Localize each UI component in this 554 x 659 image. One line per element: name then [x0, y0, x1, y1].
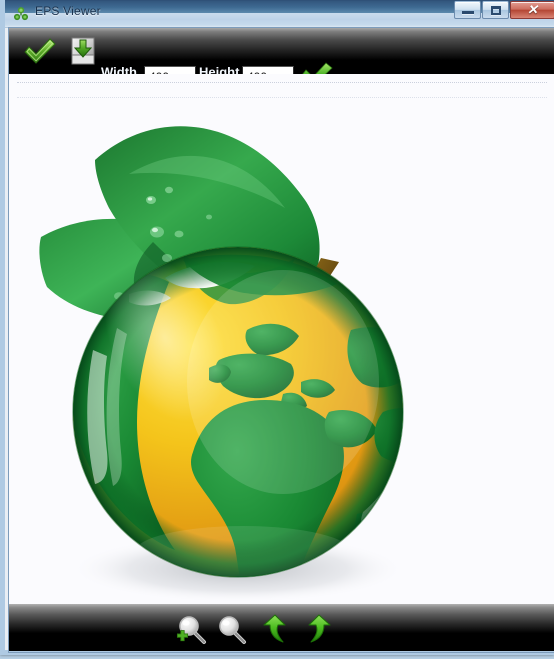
- top-toolbar: Width Height: [9, 28, 554, 74]
- zoom-in-icon[interactable]: [175, 613, 207, 645]
- window-title: EPS Viewer: [35, 4, 101, 18]
- app-root: EPS Viewer ✕ Width 400 Height 400: [0, 0, 554, 659]
- close-icon: ✕: [527, 2, 538, 17]
- rotate-right-icon[interactable]: [301, 613, 333, 645]
- apply-checkmark-icon[interactable]: [301, 62, 333, 74]
- minimize-button[interactable]: [454, 1, 481, 19]
- width-input[interactable]: [144, 66, 196, 74]
- maximize-icon: [491, 6, 501, 15]
- minimize-icon: [462, 11, 474, 14]
- eps-artwork-image: [33, 82, 453, 603]
- window-controls: ✕: [454, 1, 554, 19]
- save-file-icon[interactable]: [67, 35, 99, 67]
- close-button[interactable]: ✕: [510, 1, 554, 19]
- title-bar[interactable]: EPS Viewer ✕: [5, 0, 554, 28]
- rotate-left-icon[interactable]: [261, 613, 293, 645]
- width-label: Width: [101, 64, 137, 75]
- application-window: EPS Viewer ✕ Width 400 Height 400: [0, 0, 554, 655]
- height-input[interactable]: [242, 66, 294, 74]
- app-blocks-icon: [13, 6, 29, 22]
- bottom-toolbar: [9, 604, 554, 651]
- image-canvas[interactable]: [9, 74, 554, 604]
- maximize-button[interactable]: [482, 1, 509, 19]
- zoom-out-icon[interactable]: [215, 613, 247, 645]
- open-file-check-icon[interactable]: [23, 35, 57, 67]
- height-label: Height: [199, 64, 240, 75]
